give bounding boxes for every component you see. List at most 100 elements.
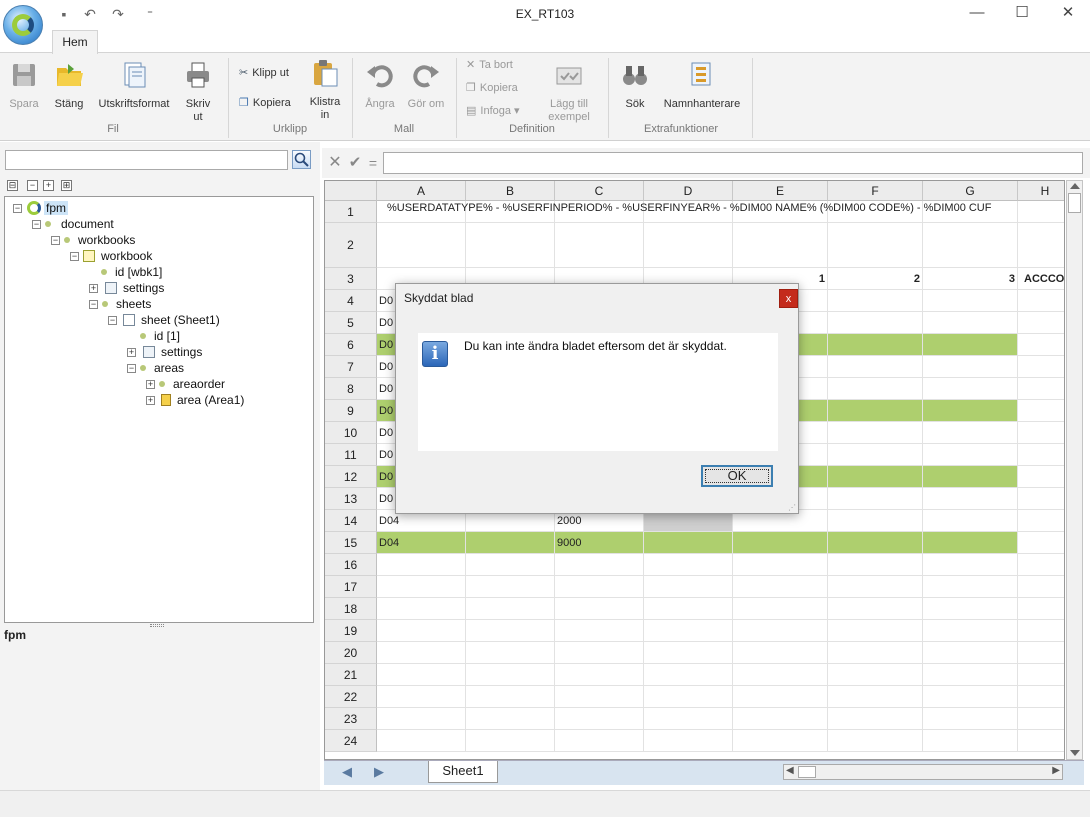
klistra-in-button[interactable]: Klistra in [304,58,346,122]
scroll-right-icon[interactable]: ▶ [1052,765,1060,776]
row-header-20[interactable]: 20 [325,642,377,664]
ta-bort-button[interactable]: ✕ Ta bort [466,56,513,74]
cell-c18[interactable] [555,598,644,620]
cell-e15[interactable] [733,532,828,554]
row-header-5[interactable]: 5 [325,312,377,334]
row-header-16[interactable]: 16 [325,554,377,576]
namnhanterare-button[interactable]: Namnhanterare [662,60,742,111]
cell-f24[interactable] [828,730,923,752]
confirm-icon[interactable]: ✔ [346,154,364,172]
cell-f8[interactable] [828,378,923,400]
close-icon[interactable]: ✕ [1053,4,1083,24]
cell-g7[interactable] [923,356,1018,378]
cell-h22[interactable] [1018,686,1064,708]
cell-f14[interactable] [828,510,923,532]
cell-e16[interactable] [733,554,828,576]
column-header-h[interactable]: H [1018,181,1064,201]
scroll-thumb[interactable] [1068,193,1081,213]
cell-g2[interactable] [923,223,1018,268]
infoga-button[interactable]: ▤ Infoga ▾ [466,102,520,120]
cell-g14[interactable] [923,510,1018,532]
resize-grip-icon[interactable]: ⋰ [788,503,796,512]
cell-c2[interactable] [555,223,644,268]
row-header-22[interactable]: 22 [325,686,377,708]
cell-d22[interactable] [644,686,733,708]
utskriftsformat-button[interactable]: Utskriftsformat [95,60,173,111]
row-header-11[interactable]: 11 [325,444,377,466]
formula-input[interactable] [383,152,1083,174]
cell-h15[interactable] [1018,532,1064,554]
cell-h11[interactable] [1018,444,1064,466]
cell-f21[interactable] [828,664,923,686]
cell-f7[interactable] [828,356,923,378]
cell-f3[interactable]: 2 [828,268,923,290]
cell-d15[interactable] [644,532,733,554]
tree-expand-toggle[interactable]: + [146,396,155,405]
scroll-left-icon[interactable]: ◀ [786,765,794,776]
prev-sheet-icon[interactable]: ◀ [342,764,352,780]
cell-f9[interactable] [828,400,923,422]
cell-h18[interactable] [1018,598,1064,620]
cell-f23[interactable] [828,708,923,730]
cell-d18[interactable] [644,598,733,620]
panel-splitter[interactable] [150,624,164,627]
cell-a18[interactable] [377,598,466,620]
cell-e20[interactable] [733,642,828,664]
cell-g18[interactable] [923,598,1018,620]
cell-c24[interactable] [555,730,644,752]
cell-e19[interactable] [733,620,828,642]
cell-b2[interactable] [466,223,555,268]
spara-button[interactable]: Spara [4,60,44,111]
cell-h5[interactable] [1018,312,1064,334]
row-header-6[interactable]: 6 [325,334,377,356]
column-header-f[interactable]: F [828,181,923,201]
column-header-d[interactable]: D [644,181,733,201]
cell-e22[interactable] [733,686,828,708]
cell-e21[interactable] [733,664,828,686]
cell-f19[interactable] [828,620,923,642]
cell-g12[interactable] [923,466,1018,488]
scroll-up-icon[interactable] [1069,183,1080,189]
cell-g23[interactable] [923,708,1018,730]
cell-h2[interactable] [1018,223,1064,268]
cell-d19[interactable] [644,620,733,642]
tree-node-areas[interactable]: areas [136,360,184,376]
cell-g5[interactable] [923,312,1018,334]
search-button[interactable] [292,150,311,169]
cell-h23[interactable] [1018,708,1064,730]
row-header-9[interactable]: 9 [325,400,377,422]
sok-button[interactable]: Sök [616,60,654,111]
row-header-19[interactable]: 19 [325,620,377,642]
cell-h20[interactable] [1018,642,1064,664]
cell-h13[interactable] [1018,488,1064,510]
cell-b17[interactable] [466,576,555,598]
cell-h24[interactable] [1018,730,1064,752]
cell-g24[interactable] [923,730,1018,752]
formula-icon[interactable]: = [366,154,380,172]
tree-node-document[interactable]: document [41,216,114,232]
cell-f11[interactable] [828,444,923,466]
cell-e2[interactable] [733,223,828,268]
cell-f17[interactable] [828,576,923,598]
cell-d21[interactable] [644,664,733,686]
row-header-21[interactable]: 21 [325,664,377,686]
scroll-down-icon[interactable] [1070,750,1080,756]
cell-f16[interactable] [828,554,923,576]
cell-f20[interactable] [828,642,923,664]
row-header-2[interactable]: 2 [325,223,377,268]
cell-g15[interactable] [923,532,1018,554]
row-header-7[interactable]: 7 [325,356,377,378]
cell-f2[interactable] [828,223,923,268]
cell-g9[interactable] [923,400,1018,422]
row-header-1[interactable]: 1 [325,201,377,223]
expand-all-icon[interactable]: ⊞ [61,180,72,191]
cell-e18[interactable] [733,598,828,620]
tree-collapse-toggle[interactable]: − [32,220,41,229]
cell-a15[interactable]: D04 [377,532,466,554]
tree-node-workbook[interactable]: workbook [81,248,152,264]
cell-b18[interactable] [466,598,555,620]
cell-h8[interactable] [1018,378,1064,400]
tree-node-workbooks[interactable]: workbooks [60,232,135,248]
cell-d20[interactable] [644,642,733,664]
select-all-corner[interactable] [325,181,377,201]
